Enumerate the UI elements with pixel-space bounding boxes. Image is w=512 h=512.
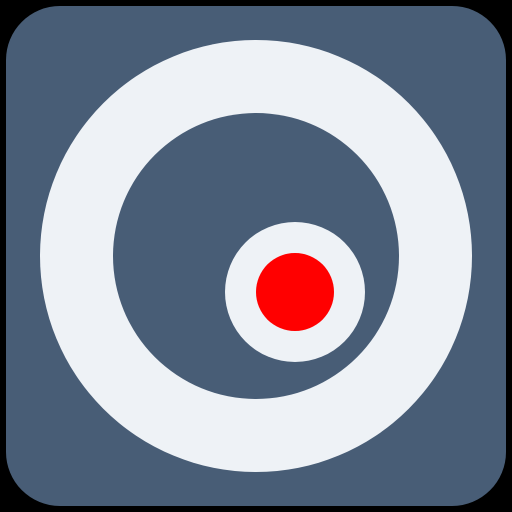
app-icon[interactable] bbox=[0, 0, 512, 512]
record-dot bbox=[256, 253, 334, 331]
camera-record-icon bbox=[6, 6, 506, 506]
